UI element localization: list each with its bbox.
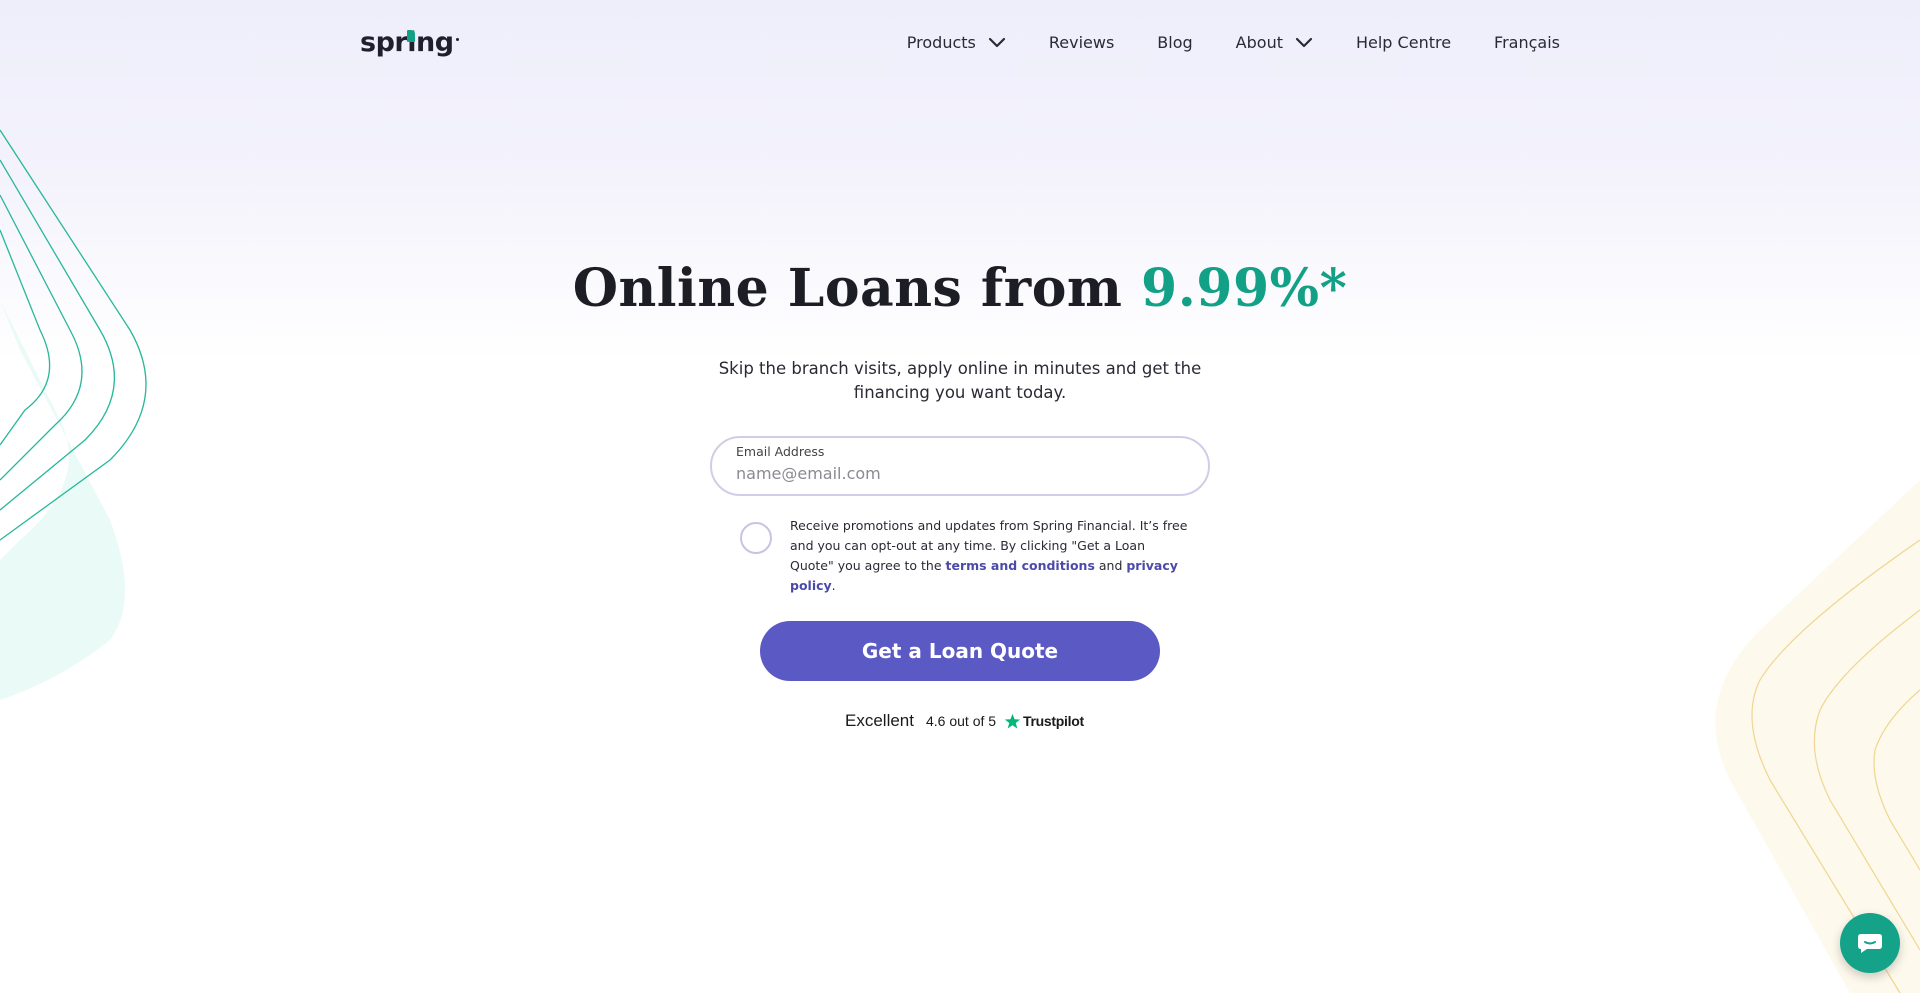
nav-label-about: About	[1235, 33, 1283, 52]
email-input[interactable]	[736, 464, 1176, 483]
logo-dot	[455, 38, 459, 41]
nav-label-reviews: Reviews	[1048, 33, 1115, 52]
chevron-down-icon	[988, 37, 1005, 47]
nav-item-about[interactable]: About	[1236, 33, 1313, 52]
nav-label-products: Products	[906, 33, 976, 52]
decorative-lines-left	[0, 129, 147, 700]
nav-item-blog[interactable]: Blog	[1157, 33, 1192, 52]
chat-bubble-icon	[1858, 934, 1882, 953]
main-nav: Products Reviews Blog About Help Centre …	[864, 33, 1560, 52]
nav-item-products[interactable]: Products	[907, 33, 1006, 52]
get-loan-quote-button[interactable]: Get a Loan Quote	[760, 621, 1160, 681]
nav-label-help-centre: Help Centre	[1355, 33, 1452, 52]
consent-text: Receive promotions and updates from Spri…	[790, 516, 1190, 596]
nav-label-francais: Français	[1494, 33, 1560, 52]
spring-logo[interactable]: spring	[360, 27, 459, 58]
page-title: Online Loans from 9.99%*	[0, 258, 1920, 319]
nav-label-blog: Blog	[1157, 33, 1193, 52]
nav-item-francais[interactable]: Français	[1494, 33, 1560, 52]
nav-item-reviews[interactable]: Reviews	[1049, 33, 1114, 52]
terms-link[interactable]: terms and conditions	[946, 558, 1095, 573]
trustpilot-logo-text: Trustpilot	[1023, 713, 1084, 729]
consent-end: .	[831, 578, 836, 593]
trust-rating-word: Excellent	[845, 711, 914, 730]
site-header: spring Products Reviews Blog About Help …	[0, 0, 1920, 90]
consent-checkbox[interactable]	[740, 522, 772, 554]
trust-score: 4.6 out of 5	[925, 713, 997, 729]
nav-item-help-centre[interactable]: Help Centre	[1356, 33, 1451, 52]
trustpilot-widget[interactable]: Excellent 4.6 out of 5 Trustpilot	[845, 711, 1084, 731]
email-field[interactable]: Email Address	[710, 436, 1210, 496]
hero-subtitle: Skip the branch visits, apply online in …	[718, 359, 1202, 402]
star-icon	[1004, 713, 1021, 729]
email-label: Email Address	[736, 444, 825, 459]
consent-and: and	[1094, 558, 1127, 573]
logo-leaf-mark	[407, 30, 415, 42]
title-rate: 9.99%*	[1141, 258, 1348, 319]
chevron-down-icon	[1295, 37, 1313, 47]
title-main: Online Loans from	[572, 258, 1142, 319]
chat-launcher-button[interactable]	[1840, 913, 1900, 973]
